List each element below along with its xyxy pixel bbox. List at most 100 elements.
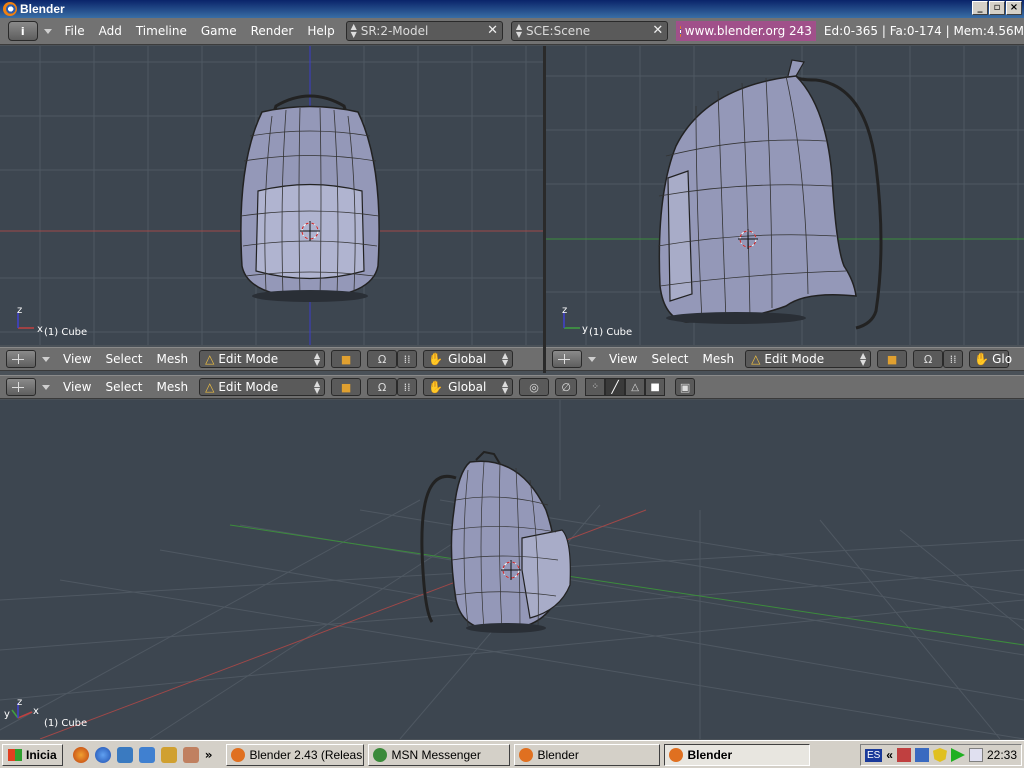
firefox-icon[interactable] xyxy=(72,746,89,763)
blender-task-icon xyxy=(669,747,684,762)
restore-button[interactable]: ▫ xyxy=(989,1,1005,15)
menu-help[interactable]: Help xyxy=(300,21,341,41)
grid-dots-icon: ⁞⁞ xyxy=(949,352,957,366)
viewport-front[interactable]: z x (1) Cube xyxy=(0,46,543,345)
persp-menu-select[interactable]: Select xyxy=(98,380,149,394)
front-axis-x-label: x xyxy=(37,324,43,335)
front-view-header: View Select Mesh △ Edit Mode ▲ ▼ ■ Ω ⁞⁞ ✋… xyxy=(0,347,543,371)
side-object-label: (1) Cube xyxy=(589,327,633,338)
side-menu-mesh[interactable]: Mesh xyxy=(696,352,742,366)
minimize-button[interactable]: _ xyxy=(972,1,988,15)
side-collapse-icon[interactable] xyxy=(588,356,596,362)
scene-name[interactable]: SCE:Scene xyxy=(526,24,590,38)
tool-icon[interactable] xyxy=(160,746,177,763)
side-axis-y-label: y xyxy=(582,324,588,335)
cube-icon: ■ xyxy=(340,352,352,366)
viewport-side[interactable]: z y (1) Cube xyxy=(546,46,1024,345)
front-grid xyxy=(0,46,543,345)
security-shield-icon[interactable] xyxy=(932,748,947,762)
side-menu-view[interactable]: View xyxy=(602,352,644,366)
scene-stats: Ed:0-365 | Fa:0-174 | Mem:4.56M xyxy=(823,24,1024,38)
magnet-icon: Ω xyxy=(923,352,933,366)
more-chevron-icon[interactable]: » xyxy=(205,748,213,762)
persp-layer-button[interactable]: ⁞⁞ xyxy=(397,378,418,396)
msn-task-icon xyxy=(373,747,388,762)
proportional-edit-button[interactable]: ◎ xyxy=(519,378,550,396)
blender-url-button[interactable]: www.blender.org 243 xyxy=(676,21,816,41)
scene-delete-icon[interactable]: ✕ xyxy=(652,23,663,38)
side-pivot-button[interactable]: Ω xyxy=(913,350,944,368)
front-collapse-icon[interactable] xyxy=(42,356,50,362)
tray-expand-icon[interactable]: « xyxy=(886,748,893,762)
snap-button[interactable]: ∅ xyxy=(555,378,578,396)
persp-menu-mesh[interactable]: Mesh xyxy=(150,380,196,394)
magnet-icon: Ω xyxy=(377,352,387,366)
taskbar: Inicia » Blender 2.43 (Releas... MSN Mes… xyxy=(0,740,1024,768)
menu-timeline[interactable]: Timeline xyxy=(129,21,194,41)
side-view-header: View Select Mesh △ Edit Mode ▲ ▼ ■ Ω ⁞⁞ ✋… xyxy=(546,347,1024,371)
occlude-button[interactable]: ■ xyxy=(645,378,666,396)
screen-name[interactable]: SR:2-Model xyxy=(361,24,429,38)
menu-game[interactable]: Game xyxy=(194,21,244,41)
screen-delete-icon[interactable]: ✕ xyxy=(487,23,498,38)
tray-app-icon[interactable] xyxy=(896,748,911,762)
screen-select-field[interactable]: ▲ ▼ SR:2-Model ✕ xyxy=(345,21,503,41)
side-grid xyxy=(546,46,1024,345)
menu-add[interactable]: Add xyxy=(92,21,129,41)
mail-icon[interactable] xyxy=(968,748,983,762)
persp-editor-type-button[interactable] xyxy=(6,378,36,396)
language-indicator[interactable]: ES xyxy=(864,748,883,762)
front-orientation-select[interactable]: ✋ Global ▲ ▼ xyxy=(423,350,514,368)
tray-network-icon[interactable] xyxy=(914,748,929,762)
side-editor-type-button[interactable] xyxy=(552,350,582,368)
face-icon: △ xyxy=(631,381,639,393)
opengl-render-button[interactable]: ▣ xyxy=(675,378,696,396)
network-icon[interactable] xyxy=(116,746,133,763)
task-blender-release[interactable]: Blender 2.43 (Releas... xyxy=(226,743,365,766)
blender-logo-icon xyxy=(680,25,681,37)
edge-select-button[interactable]: ╱ xyxy=(605,378,626,396)
internet-explorer-icon[interactable] xyxy=(94,746,111,763)
persp-draw-type-button[interactable]: ■ xyxy=(331,378,362,396)
persp-axis-z-label: z xyxy=(17,697,23,708)
side-menu-select[interactable]: Select xyxy=(644,352,695,366)
front-menu-view[interactable]: View xyxy=(56,352,98,366)
screen-browse-icon[interactable]: ▲ ▼ xyxy=(347,23,361,39)
viewport-perspective[interactable]: z y x (1) Cube xyxy=(0,400,1024,739)
scene-browse-icon[interactable]: ▲ ▼ xyxy=(512,23,526,39)
front-layer-button[interactable]: ⁞⁞ xyxy=(397,350,418,368)
collapse-menu-icon[interactable] xyxy=(43,28,52,34)
media-icon[interactable] xyxy=(138,746,155,763)
front-menu-select[interactable]: Select xyxy=(98,352,149,366)
start-button[interactable]: Inicia xyxy=(2,743,63,766)
info-editor-type-button[interactable]: i xyxy=(8,21,38,41)
task-blender-2[interactable]: Blender xyxy=(664,743,811,766)
front-pivot-button[interactable]: Ω xyxy=(367,350,398,368)
close-button[interactable]: × xyxy=(1006,1,1022,15)
task-blender-1[interactable]: Blender xyxy=(514,743,661,766)
side-layer-button[interactable]: ⁞⁞ xyxy=(943,350,964,368)
persp-orientation-select[interactable]: ✋ Global ▲ ▼ xyxy=(423,378,514,396)
app-icon[interactable] xyxy=(182,746,199,763)
side-orientation-select[interactable]: ✋ Glo xyxy=(969,350,1012,368)
link-icon: ∅ xyxy=(561,380,571,394)
side-draw-type-button[interactable]: ■ xyxy=(877,350,908,368)
menu-file[interactable]: File xyxy=(58,21,92,41)
persp-pivot-button[interactable]: Ω xyxy=(367,378,398,396)
front-editor-type-button[interactable] xyxy=(6,350,36,368)
persp-grid xyxy=(0,400,1024,739)
scene-select-field[interactable]: ▲ ▼ SCE:Scene ✕ xyxy=(510,21,669,41)
persp-menu-view[interactable]: View xyxy=(56,380,98,394)
persp-collapse-icon[interactable] xyxy=(42,384,50,390)
persp-mode-select[interactable]: △ Edit Mode ▲ ▼ xyxy=(199,378,326,396)
play-icon[interactable] xyxy=(950,748,965,762)
menu-render[interactable]: Render xyxy=(244,21,301,41)
side-mode-select[interactable]: △ Edit Mode ▲ ▼ xyxy=(745,350,872,368)
task-msn-messenger[interactable]: MSN Messenger xyxy=(368,743,511,766)
vertex-select-button[interactable]: ⁘ xyxy=(585,378,606,396)
front-draw-type-button[interactable]: ■ xyxy=(331,350,362,368)
face-select-button[interactable]: △ xyxy=(625,378,646,396)
front-menu-mesh[interactable]: Mesh xyxy=(150,352,196,366)
front-mode-select[interactable]: △ Edit Mode ▲ ▼ xyxy=(199,350,326,368)
viewport-divider-vertical[interactable] xyxy=(543,46,546,373)
